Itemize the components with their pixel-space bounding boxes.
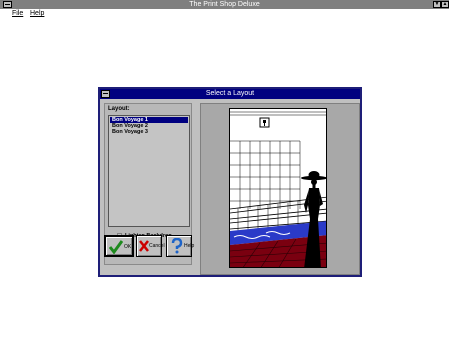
layout-label: Layout: [108, 106, 130, 112]
help-button[interactable]: Help [166, 235, 195, 257]
dialog-titlebar: Select a Layout [100, 89, 360, 99]
preview-page [229, 108, 327, 268]
menu-file[interactable]: File [12, 9, 23, 18]
cancel-label: Cancel [149, 243, 165, 249]
question-icon [171, 238, 183, 254]
layout-list-item[interactable]: Bon Voyage 3 [110, 129, 188, 135]
menubar: File Help [0, 9, 449, 18]
dialog-title: Select a Layout [205, 90, 255, 97]
ok-label: OK [124, 244, 132, 250]
help-label: Help [184, 243, 195, 249]
ok-button[interactable]: OK [104, 235, 134, 257]
layout-preview-panel [200, 103, 360, 275]
check-icon [109, 240, 123, 254]
app-titlebar: The Print Shop Deluxe ▼ ▲ [0, 0, 449, 9]
app-title: The Print Shop Deluxe [189, 1, 260, 8]
maximize-button[interactable]: ▲ [441, 1, 449, 8]
minimize-button[interactable]: ▼ [433, 1, 441, 8]
bon-voyage-preview-image [230, 109, 326, 267]
cancel-button[interactable]: Cancel [136, 235, 165, 257]
select-layout-dialog: Select a Layout Layout: Bon Voyage 1 Bon… [98, 87, 362, 277]
menu-help[interactable]: Help [30, 9, 44, 18]
x-icon [139, 240, 149, 252]
layout-list[interactable]: Bon Voyage 1 Bon Voyage 2 Bon Voyage 3 [108, 115, 190, 227]
